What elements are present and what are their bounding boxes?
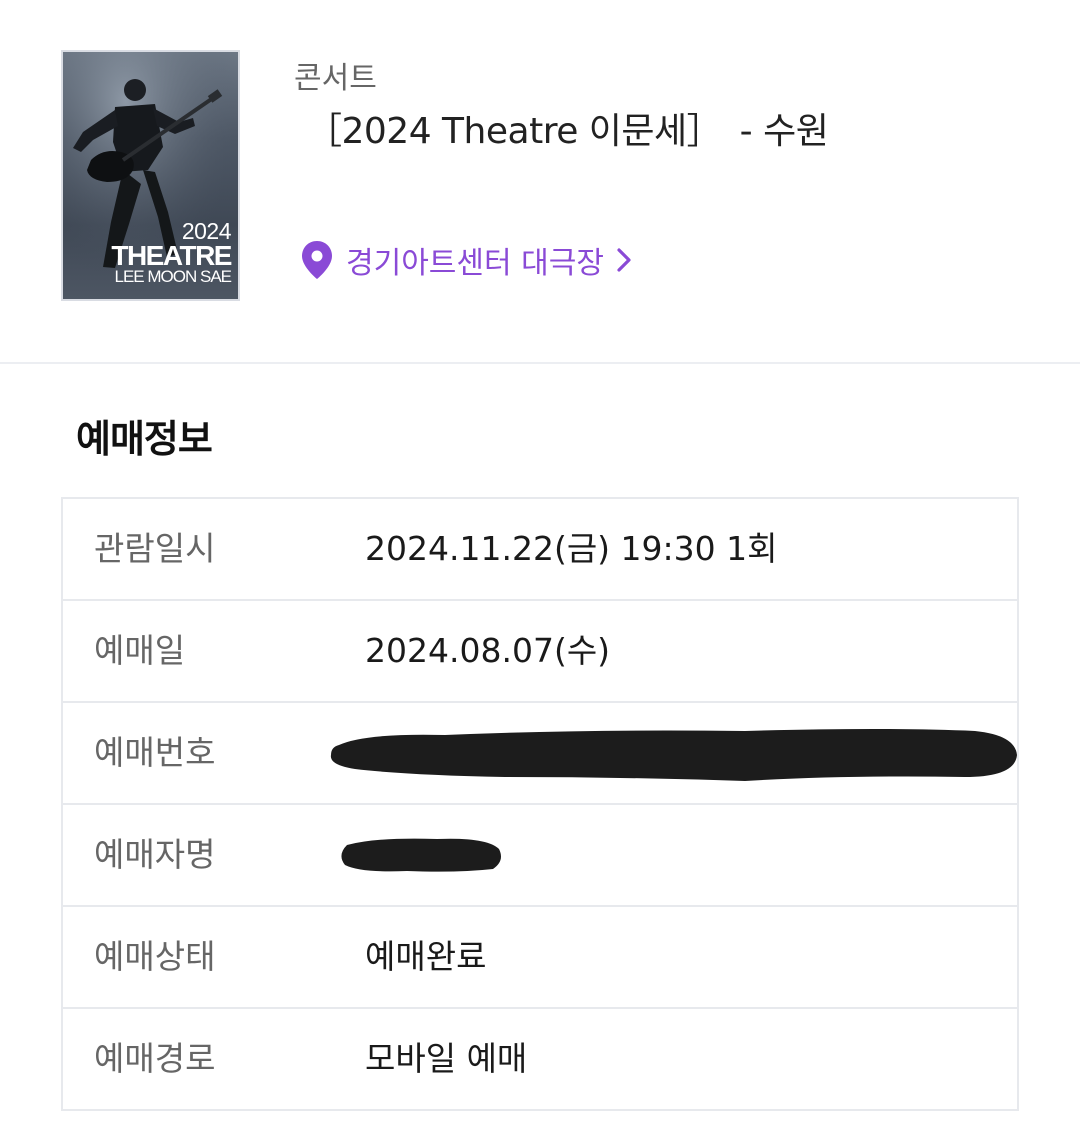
event-poster[interactable]: 2024 THEATRE LEE MOON SAE [61,50,240,301]
event-category: 콘서트 [294,61,377,96]
row-booking-number: 예매번호 [63,703,1017,805]
redaction-scribble [330,729,1017,781]
row-booking-status: 예매상태 예매완료 [63,907,1017,1009]
row-value: 모바일 예매 [365,1039,528,1078]
row-label: 예매경로 [94,1039,216,1078]
row-label: 관람일시 [94,529,216,568]
row-label: 예매일 [94,631,186,670]
redaction-scribble [341,838,501,872]
row-viewing-datetime: 관람일시 2024.11.22(금) 19:30 1회 [63,499,1017,601]
event-title: ［2024 Theatre 이문세］ - 수원 [306,111,829,152]
row-label: 예매번호 [94,733,216,772]
chevron-right-icon [617,248,631,272]
row-value: 2024.11.22(금) 19:30 1회 [365,529,778,568]
location-pin-icon [302,241,332,279]
row-label: 예매상태 [94,937,216,976]
row-booking-date: 예매일 2024.08.07(수) [63,601,1017,703]
row-value: 예매완료 [365,937,487,976]
venue-link[interactable]: 경기아트센터 대극장 [300,238,632,282]
poster-title: THEATRE [111,240,232,271]
poster-artist: LEE MOON SAE [114,267,232,286]
section-divider [0,362,1080,364]
row-value: 2024.08.07(수) [365,631,611,670]
row-booking-channel: 예매경로 모바일 예매 [63,1009,1017,1111]
booking-info-title: 예매정보 [76,417,213,461]
venue-name: 경기아트센터 대극장 [346,246,604,281]
event-header: 2024 THEATRE LEE MOON SAE 콘서트 ［2024 Thea… [0,0,1080,362]
row-label: 예매자명 [94,835,216,874]
booking-info-table: 관람일시 2024.11.22(금) 19:30 1회 예매일 2024.08.… [61,497,1019,1111]
row-booker-name: 예매자명 [63,805,1017,907]
